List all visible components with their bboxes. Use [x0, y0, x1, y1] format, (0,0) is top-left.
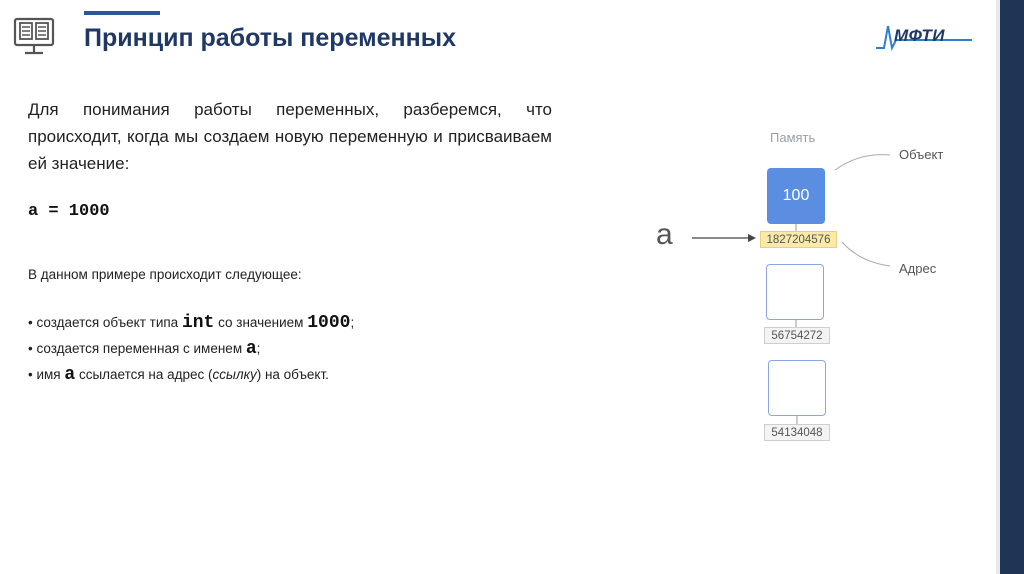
address-callout-line: [841, 241, 891, 267]
reference-arrowhead: [748, 234, 756, 242]
memory-cell-object: 100: [767, 168, 825, 224]
address-label: Адрес: [899, 261, 937, 276]
object-callout-line: [834, 154, 891, 171]
memory-address: 54134048: [764, 424, 830, 441]
memory-cell-empty: [766, 264, 824, 320]
memory-cell-empty: [768, 360, 826, 416]
right-decorative-bar: [1000, 0, 1024, 574]
diagram-connectors: [692, 154, 891, 424]
memory-address: 56754272: [764, 327, 830, 344]
memory-label: Память: [770, 130, 816, 145]
object-label: Объект: [899, 147, 944, 162]
variable-name: a: [656, 218, 673, 251]
memory-address-highlighted: 1827204576: [760, 231, 837, 248]
